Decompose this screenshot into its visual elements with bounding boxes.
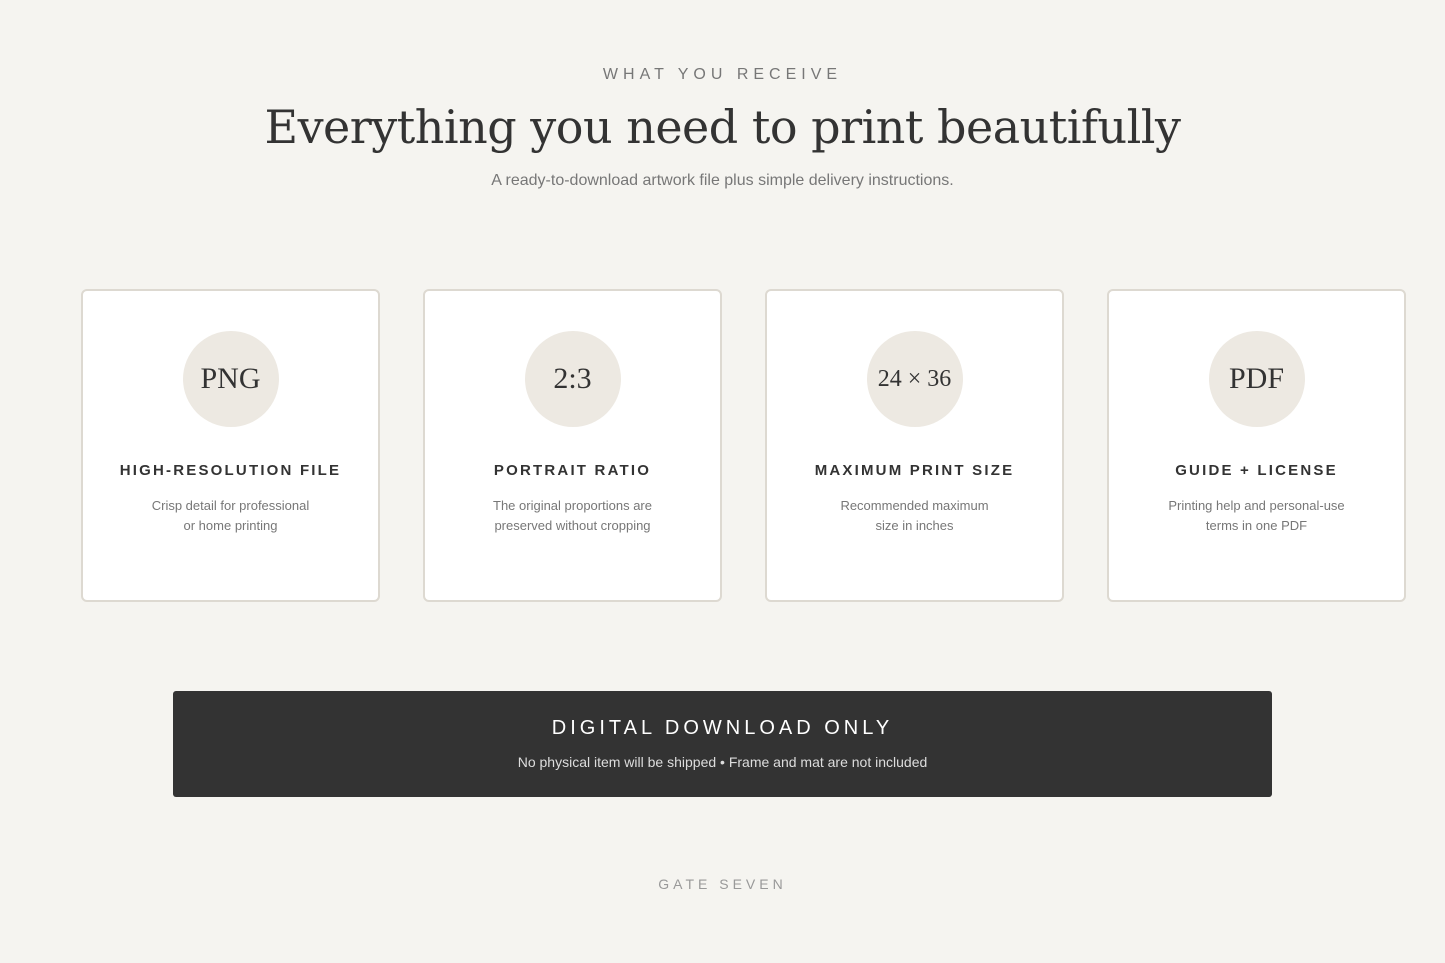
feature-card-pdf: PDF GUIDE + LICENSE Printing help and pe… bbox=[1107, 289, 1406, 602]
feature-card-title: PORTRAIT RATIO bbox=[493, 462, 652, 479]
banner-title: DIGITAL DOWNLOAD ONLY bbox=[551, 717, 894, 739]
feature-card-size: 24 × 36 MAXIMUM PRINT SIZE Recommended m… bbox=[765, 289, 1064, 602]
banner-subtitle: No physical item will be shipped • Frame… bbox=[517, 754, 928, 770]
page-subtitle: A ready-to-download artwork file plus si… bbox=[491, 172, 954, 189]
feature-card-description: The original proportions are preserved w… bbox=[493, 498, 652, 533]
feature-card-description: Crisp detail for professional or home pr… bbox=[151, 498, 310, 533]
png-badge: PNG bbox=[182, 331, 279, 427]
eyebrow-label: WHAT YOU RECEIVE bbox=[602, 66, 843, 83]
feature-card-title: GUIDE + LICENSE bbox=[1175, 462, 1338, 479]
feature-card-description: Printing help and personal-use terms in … bbox=[1168, 498, 1345, 533]
digital-download-banner: DIGITAL DOWNLOAD ONLY No physical item w… bbox=[173, 691, 1272, 797]
feature-card-ratio: 2:3 PORTRAIT RATIO The original proporti… bbox=[423, 289, 722, 602]
ratio-badge: 2:3 bbox=[524, 331, 621, 427]
feature-card-description: Recommended maximum size in inches bbox=[840, 498, 989, 533]
pdf-badge: PDF bbox=[1208, 331, 1305, 427]
brand-footer: GATE SEVEN bbox=[658, 876, 787, 892]
feature-card-title: MAXIMUM PRINT SIZE bbox=[814, 462, 1015, 479]
feature-card-title: HIGH-RESOLUTION FILE bbox=[119, 462, 342, 479]
size-badge: 24 × 36 bbox=[866, 331, 963, 427]
feature-card-png: PNG HIGH-RESOLUTION FILE Crisp detail fo… bbox=[81, 289, 380, 602]
page-title: Everything you need to print beautifully bbox=[264, 100, 1181, 154]
